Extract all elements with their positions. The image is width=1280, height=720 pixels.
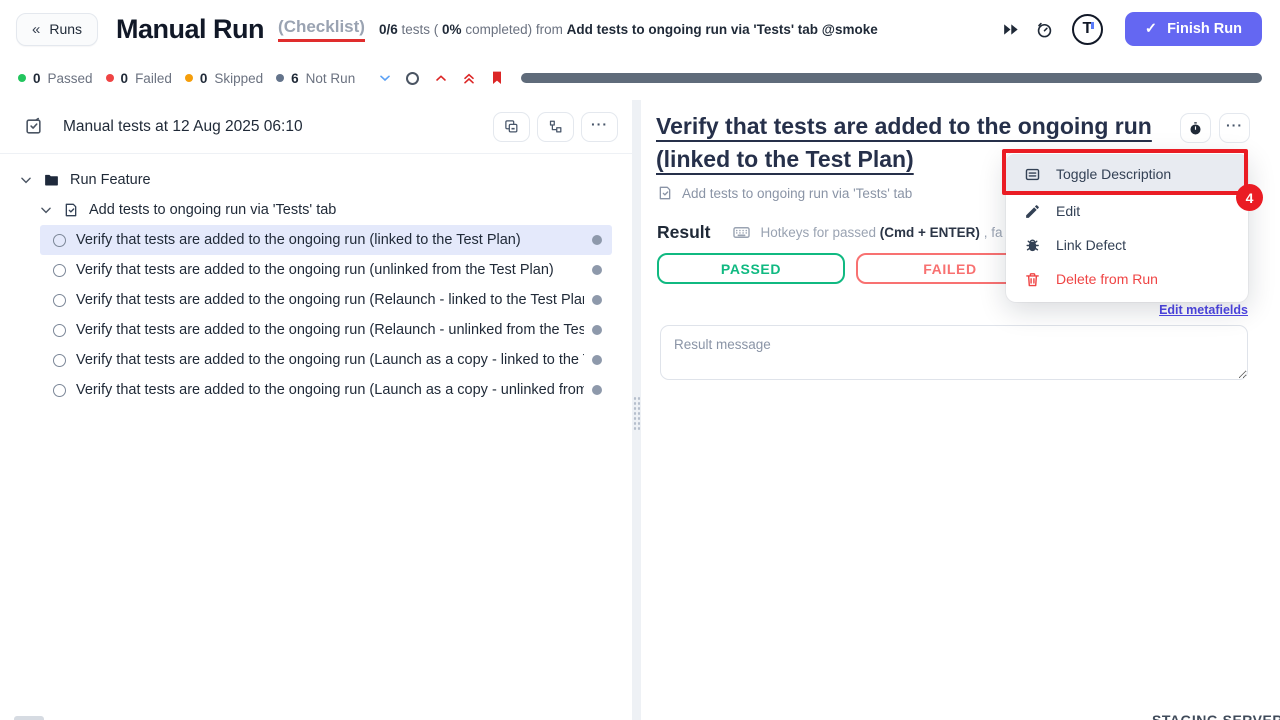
test-context-menu: Toggle Description Edit Link Defect Dele… xyxy=(1006,152,1248,302)
pencil-icon xyxy=(1024,203,1041,220)
suite-file-icon xyxy=(63,202,79,218)
run-progress-bar xyxy=(521,73,1262,83)
bug-icon xyxy=(1024,237,1041,254)
check-icon: ✓ xyxy=(1145,21,1157,37)
finish-run-button[interactable]: ✓ Finish Run xyxy=(1125,12,1262,46)
test-notrun-dot-icon xyxy=(592,355,602,365)
back-button-label: Runs xyxy=(49,21,82,37)
double-chevron-left-icon: « xyxy=(32,21,40,38)
test-status-circle-icon xyxy=(53,324,66,337)
test-status-circle-icon xyxy=(53,294,66,307)
failed-counter: 0Failed xyxy=(106,71,172,86)
tree-panel-header: Manual tests at 12 Aug 2025 06:10 ··· xyxy=(0,100,632,154)
test-row[interactable]: Verify that tests are added to the ongoi… xyxy=(40,345,612,375)
passed-button[interactable]: PASSED xyxy=(657,253,845,284)
priority-up-icon[interactable] xyxy=(432,70,449,87)
passed-dot-icon xyxy=(18,74,26,82)
test-row[interactable]: Verify that tests are added to the ongoi… xyxy=(40,255,612,285)
skipped-dot-icon xyxy=(185,74,193,82)
bookmark-icon[interactable] xyxy=(488,70,505,87)
test-status-circle-icon xyxy=(53,234,66,247)
edit-metafields-link[interactable]: Edit metafields xyxy=(1159,303,1248,317)
annotation-step-badge: 4 xyxy=(1236,184,1263,211)
test-status-circle-icon xyxy=(53,384,66,397)
result-message-input[interactable] xyxy=(660,325,1248,380)
test-more-button[interactable]: ··· xyxy=(1219,113,1250,143)
chevron-down-icon[interactable] xyxy=(39,203,53,217)
trash-icon xyxy=(1024,271,1041,288)
menu-item-delete-from-run[interactable]: Delete from Run xyxy=(1006,262,1248,296)
passed-counter: 0Passed xyxy=(18,71,93,86)
folder-label: Run Feature xyxy=(70,172,151,188)
folder-icon xyxy=(43,172,60,189)
filter-circle-icon[interactable] xyxy=(404,70,421,87)
test-row[interactable]: Verify that tests are added to the ongoi… xyxy=(40,285,612,315)
priority-double-up-icon[interactable] xyxy=(460,70,477,87)
app-logo[interactable]: T xyxy=(1072,14,1103,45)
tree-suite[interactable]: Add tests to ongoing run via 'Tests' tab xyxy=(0,195,632,225)
test-suite-reference[interactable]: Add tests to ongoing run via 'Tests' tab xyxy=(657,185,912,201)
tests-tree: Run Feature Add tests to ongoing run via… xyxy=(0,154,632,405)
copy-run-button[interactable] xyxy=(493,112,530,142)
checklist-icon xyxy=(24,117,43,136)
fast-forward-icon[interactable] xyxy=(1000,18,1022,40)
menu-item-edit[interactable]: Edit xyxy=(1006,194,1248,228)
skipped-counter: 0Skipped xyxy=(185,71,263,86)
run-source: Add tests to ongoing run via 'Tests' tab… xyxy=(567,22,878,37)
test-timer-button[interactable] xyxy=(1180,113,1211,143)
panel-splitter[interactable] xyxy=(632,100,641,720)
suite-file-icon xyxy=(657,185,673,201)
result-heading: Result xyxy=(657,222,710,243)
collapse-chevron-down-icon[interactable] xyxy=(376,70,393,87)
notrun-counter: 6Not Run xyxy=(276,71,355,86)
splitter-grip-handle[interactable] xyxy=(633,396,640,432)
tree-view-button[interactable] xyxy=(537,112,574,142)
chevron-down-icon[interactable] xyxy=(19,173,33,187)
test-notrun-dot-icon xyxy=(592,385,602,395)
percent-complete: 0% xyxy=(442,22,462,37)
run-mode-label: (Checklist) xyxy=(278,17,365,42)
tests-count: 0/6 xyxy=(379,22,398,37)
test-notrun-dot-icon xyxy=(592,265,602,275)
tests-tree-panel: Manual tests at 12 Aug 2025 06:10 ··· Ru… xyxy=(0,100,632,720)
clipped-bottom-element xyxy=(14,716,44,720)
test-notrun-dot-icon xyxy=(592,295,602,305)
test-notrun-dot-icon xyxy=(592,235,602,245)
suite-label: Add tests to ongoing run via 'Tests' tab xyxy=(89,202,336,218)
test-notrun-dot-icon xyxy=(592,325,602,335)
back-to-runs-button[interactable]: « Runs xyxy=(16,13,98,46)
status-bar: 0Passed 0Failed 0Skipped 6Not Run xyxy=(0,62,1280,94)
run-name-title: Manual tests at 12 Aug 2025 06:10 xyxy=(63,118,486,136)
run-stats-text: 0/6 tests ( 0% completed) from Add tests… xyxy=(379,22,878,37)
test-row[interactable]: Verify that tests are added to the ongoi… xyxy=(40,315,612,345)
staging-watermark: STAGING SERVER xyxy=(1152,712,1280,720)
logo-accent-mark xyxy=(1091,22,1094,29)
tree-more-button[interactable]: ··· xyxy=(581,112,618,142)
keyboard-icon xyxy=(732,223,751,242)
test-status-circle-icon xyxy=(53,354,66,367)
test-row[interactable]: Verify that tests are added to the ongoi… xyxy=(40,375,612,405)
app-header: « Runs Manual Run (Checklist) 0/6 tests … xyxy=(0,0,1280,58)
failed-dot-icon xyxy=(106,74,114,82)
notrun-dot-icon xyxy=(276,74,284,82)
tree-folder-run-feature[interactable]: Run Feature xyxy=(0,165,632,195)
stopwatch-icon[interactable] xyxy=(1034,18,1056,40)
test-row-selected[interactable]: Verify that tests are added to the ongoi… xyxy=(40,225,612,255)
menu-item-link-defect[interactable]: Link Defect xyxy=(1006,228,1248,262)
page-title: Manual Run xyxy=(116,14,264,45)
description-icon xyxy=(1024,166,1041,183)
test-status-circle-icon xyxy=(53,264,66,277)
menu-item-toggle-description[interactable]: Toggle Description xyxy=(1006,154,1248,194)
hotkeys-hint: Hotkeys for passed (Cmd + ENTER) , fa xyxy=(760,225,1002,240)
